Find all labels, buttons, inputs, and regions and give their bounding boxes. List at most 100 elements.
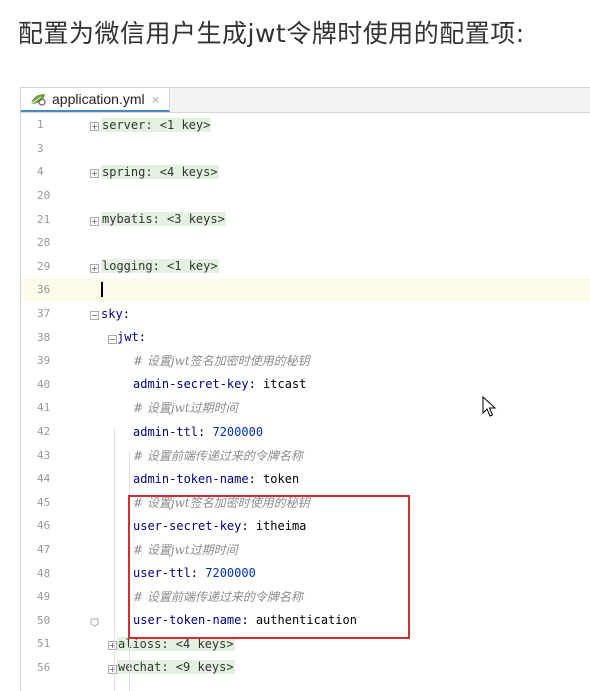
code-line[interactable]: 50 user-token-name: authentication bbox=[21, 608, 590, 632]
line-number: 56 bbox=[37, 660, 51, 674]
editor-tab-bar: application.yml × bbox=[21, 88, 590, 113]
fold-expand-icon[interactable] bbox=[108, 639, 117, 651]
code-line[interactable]: 21 mybatis: <3 keys> bbox=[21, 207, 590, 231]
line-number: 51 bbox=[37, 637, 51, 651]
line-number: 20 bbox=[37, 189, 51, 203]
code-text[interactable]: user-ttl: 7200000 bbox=[133, 566, 256, 580]
code-text[interactable]: # 设置jwt签名加密时使用的秘钥 bbox=[133, 352, 310, 369]
code-line[interactable]: 28 bbox=[21, 231, 590, 255]
line-number: 46 bbox=[37, 519, 51, 533]
yaml-value: : token bbox=[248, 471, 300, 486]
code-text[interactable]: mybatis: <3 keys> bbox=[101, 212, 226, 227]
yaml-key: user-secret-key bbox=[133, 518, 242, 533]
code-line[interactable]: 20 bbox=[21, 184, 590, 208]
fold-expand-icon[interactable] bbox=[108, 663, 117, 674]
code-line[interactable]: 51 alioss: <4 keys> bbox=[21, 632, 590, 656]
code-line[interactable]: 29 logging: <1 key> bbox=[21, 255, 590, 279]
code-text[interactable]: logging: <1 key> bbox=[101, 259, 219, 274]
line-number: 1 bbox=[37, 118, 44, 132]
fold-collapse-icon[interactable] bbox=[90, 309, 99, 321]
indent-guide bbox=[129, 452, 130, 691]
code-text[interactable] bbox=[101, 282, 103, 298]
indent-guide bbox=[114, 428, 115, 691]
code-line[interactable]: 45 # 设置jwt签名加密时使用的秘钥 bbox=[21, 491, 590, 515]
yaml-key: admin-token-name bbox=[133, 471, 249, 486]
yaml-comment: # 设置jwt过期时间 bbox=[133, 542, 238, 557]
folded-block[interactable]: server: <1 key> bbox=[101, 117, 212, 132]
line-number: 37 bbox=[37, 307, 51, 321]
fold-collapse-icon[interactable] bbox=[108, 333, 117, 344]
folded-block[interactable]: alioss: <4 keys> bbox=[117, 636, 235, 651]
fold-expand-icon[interactable] bbox=[90, 262, 99, 273]
yaml-comment: # 设置jwt签名加密时使用的秘钥 bbox=[133, 354, 310, 369]
close-icon[interactable]: × bbox=[152, 92, 160, 107]
yaml-comment: # 设置jwt签名加密时使用的秘钥 bbox=[133, 495, 310, 510]
code-line[interactable]: 40 admin-secret-key: itcast bbox=[21, 373, 590, 397]
code-line[interactable]: 43 # 设置前端传递过来的令牌名称 bbox=[21, 443, 590, 467]
tab-application-yml[interactable]: application.yml × bbox=[21, 88, 171, 112]
code-line[interactable]: 37 sky: bbox=[21, 302, 590, 326]
code-text[interactable]: admin-token-name: token bbox=[133, 472, 299, 486]
yaml-value: 7200000 bbox=[212, 424, 264, 439]
code-line[interactable]: 42 admin-ttl: 7200000 bbox=[21, 420, 590, 444]
fold-expand-icon[interactable] bbox=[90, 120, 99, 132]
line-number: 21 bbox=[37, 212, 51, 226]
yaml-key: user-ttl bbox=[133, 566, 191, 581]
code-editor[interactable]: application.yml × 1 server: <1 key> 3 4 spri… bbox=[20, 87, 590, 691]
code-text[interactable]: server: <1 key> bbox=[101, 117, 212, 132]
code-text[interactable]: admin-secret-key: itcast bbox=[133, 377, 306, 391]
fold-expand-icon[interactable] bbox=[90, 167, 99, 179]
line-number: 41 bbox=[37, 401, 51, 415]
folded-block[interactable]: mybatis: <3 keys> bbox=[101, 212, 226, 227]
code-line[interactable]: 36 bbox=[21, 278, 590, 302]
line-number: 50 bbox=[37, 613, 51, 627]
code-line[interactable]: 44 admin-token-name: token bbox=[21, 467, 590, 491]
code-text[interactable]: # 设置jwt过期时间 bbox=[133, 399, 238, 416]
code-line[interactable]: 3 bbox=[21, 137, 590, 161]
line-number: 4 bbox=[37, 165, 44, 179]
code-text[interactable]: # 设置前端传递过来的令牌名称 bbox=[133, 447, 303, 464]
line-number: 49 bbox=[37, 590, 51, 604]
code-text[interactable]: spring: <4 keys> bbox=[101, 164, 219, 179]
yaml-comment: # 设置jwt过期时间 bbox=[133, 401, 238, 416]
code-line[interactable]: 46 user-secret-key: itheima bbox=[21, 514, 590, 538]
code-line[interactable]: 39 # 设置jwt签名加密时使用的秘钥 bbox=[21, 349, 590, 373]
code-lines[interactable]: 1 server: <1 key> 3 4 spring: <4 keys> 20 21 my… bbox=[21, 113, 590, 679]
code-line[interactable]: 41 # 设置jwt过期时间 bbox=[21, 396, 590, 420]
folded-block[interactable]: wechat: <9 keys> bbox=[117, 660, 235, 675]
code-line[interactable]: 56 wechat: <9 keys> bbox=[21, 656, 590, 680]
code-line[interactable]: 38 jwt: bbox=[21, 325, 590, 349]
line-number: 39 bbox=[37, 354, 51, 368]
line-number: 43 bbox=[37, 448, 51, 462]
folded-block[interactable]: logging: <1 key> bbox=[101, 259, 219, 274]
yaml-comment: # 设置前端传递过来的令牌名称 bbox=[133, 448, 303, 463]
code-text[interactable]: user-token-name: authentication bbox=[133, 613, 357, 627]
yaml-value: : bbox=[198, 424, 213, 439]
code-line[interactable]: 48 user-ttl: 7200000 bbox=[21, 561, 590, 585]
yaml-value: : authentication bbox=[241, 613, 357, 628]
yaml-key: admin-secret-key bbox=[133, 377, 249, 392]
code-text[interactable]: # 设置前端传递过来的令牌名称 bbox=[133, 588, 303, 605]
line-number: 3 bbox=[37, 141, 44, 155]
code-text[interactable]: user-secret-key: itheima bbox=[133, 519, 306, 533]
code-line[interactable]: 49 # 设置前端传递过来的令牌名称 bbox=[21, 585, 590, 609]
line-number: 38 bbox=[37, 330, 51, 344]
code-line[interactable]: 47 # 设置jwt过期时间 bbox=[21, 538, 590, 562]
code-text[interactable]: sky: bbox=[101, 307, 130, 321]
yaml-value: : itheima bbox=[241, 518, 307, 533]
yaml-key: user-token-name bbox=[133, 613, 242, 628]
code-line[interactable]: 1 server: <1 key> bbox=[21, 113, 590, 137]
code-text[interactable]: # 设置jwt过期时间 bbox=[133, 541, 238, 558]
code-text[interactable]: wechat: <9 keys> bbox=[117, 660, 235, 675]
yaml-value: : bbox=[190, 566, 206, 581]
folded-block[interactable]: spring: <4 keys> bbox=[101, 164, 219, 179]
line-number: 29 bbox=[37, 259, 51, 273]
code-text[interactable]: jwt: bbox=[117, 330, 146, 344]
code-text[interactable]: # 设置jwt签名加密时使用的秘钥 bbox=[133, 494, 310, 511]
code-text[interactable]: alioss: <4 keys> bbox=[117, 636, 235, 651]
code-text[interactable]: admin-ttl: 7200000 bbox=[133, 425, 263, 439]
fold-end-icon[interactable] bbox=[90, 616, 99, 627]
line-number: 48 bbox=[37, 566, 51, 580]
fold-expand-icon[interactable] bbox=[90, 215, 99, 226]
code-line[interactable]: 4 spring: <4 keys> bbox=[21, 160, 590, 184]
